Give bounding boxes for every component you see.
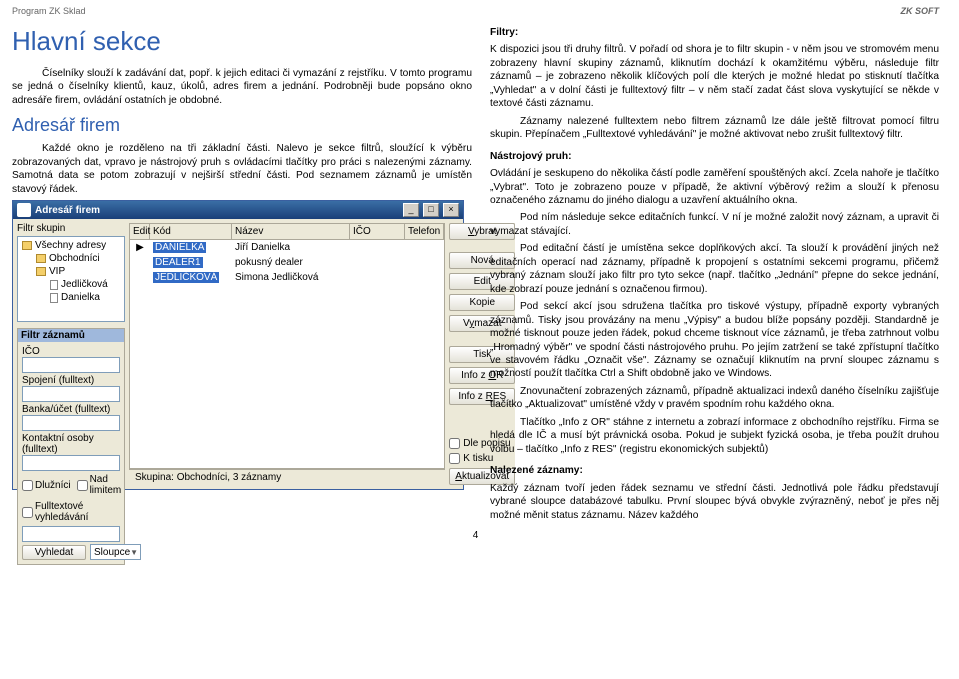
right-column: Filtry: K dispozici jsou tři druhy filtr… [490,26,939,526]
tree-sub-2[interactable]: Danielka [22,291,120,304]
filtry-body2: Záznamy nalezené fulltextem nebo filtrem… [490,115,939,142]
chk-limit[interactable]: Nad limitem [77,474,122,496]
filtry-head: Filtry: [490,27,518,38]
col-ico[interactable]: IČO [350,224,405,239]
folder-icon [22,241,32,250]
lbl-kontakt: Kontaktní osoby (fulltext) [22,433,120,455]
status-text: Skupina: Obchodníci, 3 záznamy [135,472,281,483]
chk-dluznici-label: Dlužníci [35,480,71,491]
table-row[interactable]: DEALER1 pokusný dealer [130,255,444,270]
btn-vyhledat[interactable]: Vyhledat [22,545,86,560]
folder-icon [36,267,46,276]
nastroj-p1: Ovládání je seskupeno do několika částí … [490,167,939,207]
col-edit[interactable]: Edit [130,224,150,239]
tree-sub-label: Jedličková [61,279,108,290]
tree-panel: Filtr skupin Všechny adresy Obchodníci [17,223,125,485]
adresar-para: Každé okno je rozděleno na tři základní … [12,142,472,196]
input-spojeni[interactable] [22,386,120,402]
nalez-p1: Každý záznam tvoří jeden řádek seznamu v… [490,482,939,522]
filtry-body: K dispozici jsou tři druhy filtrů. V poř… [490,43,939,110]
lbl-ico: IČO [22,346,120,357]
chk-fulltext[interactable]: Fulltextové vyhledávání [22,501,120,523]
app-window: Adresář firem _ □ × Filtr skupin Všechny… [12,200,464,490]
header-right: ZK SOFT [901,6,940,16]
chk-fulltext-label: Fulltextové vyhledávání [35,501,120,523]
tree-sub-1[interactable]: Jedličková [22,278,120,291]
left-column: Hlavní sekce Číselníky slouží k zadávání… [12,26,472,526]
tree-item-obchodnici[interactable]: Obchodníci [22,252,120,265]
combo-label: Sloupce [94,547,130,558]
chk-limit-label: Nad limitem [90,474,122,496]
checkbox-popis[interactable] [449,438,460,449]
nalez-head: Nalezené záznamy: [490,465,583,476]
chk-dluznici[interactable]: Dlužníci [22,474,71,496]
close-button[interactable]: × [443,203,459,217]
input-banka[interactable] [22,415,120,431]
cell-nazev: Simona Jedličková [232,272,350,283]
intro-para: Číselníky slouží k zadávání dat, popř. k… [12,67,472,107]
checkbox-limit[interactable] [77,480,88,491]
titlebar: Adresář firem _ □ × [13,201,463,219]
nastroj-p6: Tlačítko „Info z OR" stáhne z internetu … [490,416,939,456]
tree[interactable]: Všechny adresy Obchodníci VIP Jedli [17,236,125,322]
filter-panel: Filtr záznamů IČO Spojení (fulltext) Ban… [17,328,125,565]
nastroj-p3: Pod editační částí je umístěna sekce dop… [490,242,939,296]
col-nazev[interactable]: Název [232,224,350,239]
combo-sloupce[interactable]: Sloupce ▼ [90,544,141,560]
tree-sub-label: Danielka [61,292,100,303]
col-kod[interactable]: Kód [150,224,232,239]
page-header: Program ZK Sklad ZK SOFT [12,6,939,16]
row-icon: ▶ [130,242,150,253]
nastroj-p4: Pod sekcí akcí jsou sdružena tlačítka pr… [490,300,939,381]
cell-nazev: Jiří Danielka [232,242,350,253]
h1-main: Hlavní sekce [12,26,472,57]
cell-nazev: pokusný dealer [232,257,350,268]
grid-panel: Edit Kód Název IČO Telefon ▶ DANIELKA Ji… [129,223,445,485]
cell-kod: DANIELKA [153,242,206,253]
table-row[interactable]: JEDLIČKOVÁ Simona Jedličková [130,270,444,285]
nastroj-p5: Znovunačtení zobrazených záznamů, případ… [490,385,939,412]
checkbox-tisk[interactable] [449,453,460,464]
table-row[interactable]: ▶ DANIELKA Jiří Danielka [130,240,444,255]
window-title: Adresář firem [35,205,399,216]
checkbox-fulltext[interactable] [22,507,33,518]
app-icon [17,203,31,217]
input-fulltext[interactable] [22,526,120,542]
chk-tisk-label: K tisku [463,453,493,464]
input-ico[interactable] [22,357,120,373]
checkbox-dluznici[interactable] [22,480,33,491]
header-left: Program ZK Sklad [12,6,86,16]
col-telefon[interactable]: Telefon [405,224,444,239]
grid-body[interactable]: ▶ DANIELKA Jiří Danielka DEALER1 pokusný… [129,240,445,469]
h2-adresar: Adresář firem [12,115,472,136]
status-bar: Skupina: Obchodníci, 3 záznamy [129,469,445,485]
tree-root[interactable]: Všechny adresy [22,239,120,252]
nastroj-head: Nástrojový pruh: [490,151,572,162]
grid-header: Edit Kód Název IČO Telefon [129,223,445,240]
tree-item-label: Obchodníci [49,253,100,264]
lbl-banka: Banka/účet (fulltext) [22,404,120,415]
filter-title: Filtr záznamů [18,329,124,342]
input-kontakt[interactable] [22,455,120,471]
lbl-spojeni: Spojení (fulltext) [22,375,120,386]
chevron-down-icon: ▼ [130,548,138,557]
doc-icon [50,293,58,303]
tree-item-vip[interactable]: VIP [22,265,120,278]
doc-icon [50,280,58,290]
cell-kod: JEDLIČKOVÁ [153,272,219,283]
page-number: 4 [12,530,939,541]
maximize-button[interactable]: □ [423,203,439,217]
folder-icon [36,254,46,263]
tree-label: Filtr skupin [17,223,125,234]
tree-root-label: Všechny adresy [35,240,106,251]
minimize-button[interactable]: _ [403,203,419,217]
tree-item-label: VIP [49,266,65,277]
cell-kod: DEALER1 [153,257,203,268]
nastroj-p2: Pod ním následuje sekce editačních funkc… [490,211,939,238]
